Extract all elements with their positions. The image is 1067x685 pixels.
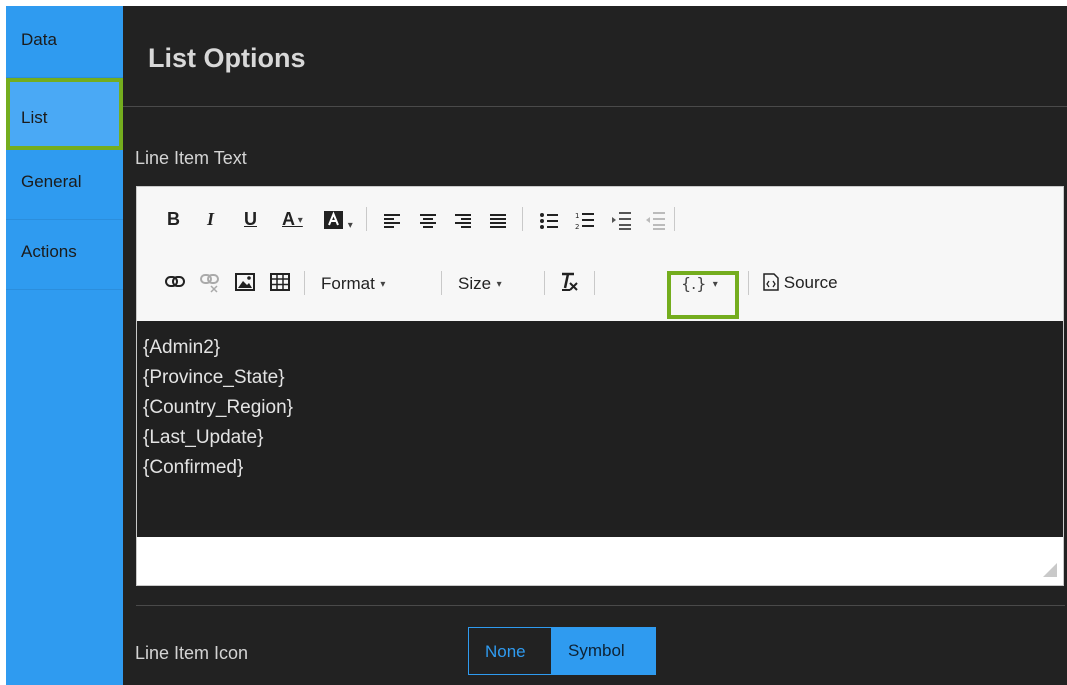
sidebar-item-list[interactable]: List xyxy=(6,78,123,150)
toolbar-separator xyxy=(594,271,595,295)
toolbar-separator xyxy=(441,271,442,295)
decrease-indent-icon[interactable] xyxy=(646,211,666,231)
italic-button[interactable]: I xyxy=(207,209,214,230)
align-justify-icon[interactable] xyxy=(490,213,508,229)
source-icon xyxy=(763,273,779,291)
table-icon[interactable] xyxy=(270,273,290,291)
toolbar-separator xyxy=(544,271,545,295)
editor-line: {Province_State} xyxy=(143,367,285,388)
icon-symbol-label: Symbol xyxy=(568,641,625,660)
caret-down-icon: ▾ xyxy=(295,214,303,226)
remove-format-icon[interactable] xyxy=(559,271,581,293)
editor-line: {Admin2} xyxy=(143,337,221,358)
toolbar-separator xyxy=(304,271,305,295)
divider xyxy=(123,106,1067,107)
caret-down-icon: ▾ xyxy=(374,279,386,291)
numbered-list-icon[interactable]: 1 2 xyxy=(575,211,595,231)
increase-indent-icon[interactable] xyxy=(612,211,632,231)
toolbar-separator xyxy=(366,207,367,231)
line-item-icon-label: Line Item Icon xyxy=(135,643,249,663)
sidebar-item-data[interactable]: Data xyxy=(6,6,123,78)
underline-button[interactable]: U xyxy=(244,209,257,230)
size-dropdown[interactable]: Size ▾ xyxy=(458,274,502,294)
caret-down-icon: ▾ xyxy=(345,219,353,231)
link-icon[interactable] xyxy=(165,275,185,289)
unlink-icon[interactable] xyxy=(200,273,220,293)
page-title: List Options xyxy=(148,43,306,73)
size-label: Size xyxy=(458,274,492,293)
sidebar: Data List General Actions xyxy=(6,6,123,685)
main-panel: List Options Line Item Text B I U A ▾ ▾ xyxy=(123,6,1067,685)
rich-text-editor: B I U A ▾ ▾ 1 2 Format ▾ Size ▾ {.} ▾ So… xyxy=(136,186,1064,586)
format-dropdown[interactable]: Format ▾ xyxy=(321,274,385,294)
editor-line: {Confirmed} xyxy=(143,457,244,478)
icon-symbol-button[interactable]: Symbol xyxy=(552,627,656,675)
text-color-button[interactable]: A ▾ xyxy=(282,209,303,230)
toolbar-separator xyxy=(674,207,675,231)
sidebar-item-actions[interactable]: Actions xyxy=(6,220,123,290)
background-color-button[interactable]: ▾ xyxy=(323,210,353,235)
editor-footer xyxy=(137,537,1063,585)
variables-highlight xyxy=(667,271,739,319)
caret-down-icon: ▾ xyxy=(491,279,502,291)
resize-handle-icon[interactable] xyxy=(1043,563,1057,577)
align-left-icon[interactable] xyxy=(384,213,402,229)
svg-text:1: 1 xyxy=(575,212,579,220)
format-label: Format xyxy=(321,274,375,293)
sidebar-item-label: Data xyxy=(21,30,57,49)
source-button[interactable]: Source xyxy=(763,273,838,293)
source-label: Source xyxy=(783,273,838,292)
line-item-text-label: Line Item Text xyxy=(135,148,247,168)
editor-line: {Last_Update} xyxy=(143,427,264,448)
text-color-label: A xyxy=(282,209,295,229)
sidebar-item-general[interactable]: General xyxy=(6,150,123,220)
align-right-icon[interactable] xyxy=(455,213,473,229)
toolbar-separator xyxy=(748,271,749,295)
toolbar-row-insert: Format ▾ Size ▾ {.} ▾ Source xyxy=(137,263,1063,303)
icon-none-button[interactable]: None xyxy=(468,627,552,675)
toolbar-row-formatting: B I U A ▾ ▾ 1 2 xyxy=(137,203,1063,243)
sidebar-item-label: List xyxy=(21,108,48,127)
align-center-icon[interactable] xyxy=(420,213,438,229)
editor-content[interactable]: {Admin2} {Province_State} {Country_Regio… xyxy=(137,321,1063,537)
bulleted-list-icon[interactable] xyxy=(539,212,559,230)
sidebar-item-label: Actions xyxy=(21,242,77,261)
list-options-panel: Data List General Actions List Options L… xyxy=(0,0,1067,685)
editor-line: {Country_Region} xyxy=(143,397,293,418)
background-color-icon xyxy=(324,211,343,229)
icon-none-label: None xyxy=(485,642,526,661)
bold-button[interactable]: B xyxy=(167,209,180,230)
sidebar-item-label: General xyxy=(21,172,82,191)
toolbar-separator xyxy=(522,207,523,231)
svg-text:2: 2 xyxy=(575,223,579,231)
divider xyxy=(136,605,1065,606)
image-icon[interactable] xyxy=(235,273,255,291)
